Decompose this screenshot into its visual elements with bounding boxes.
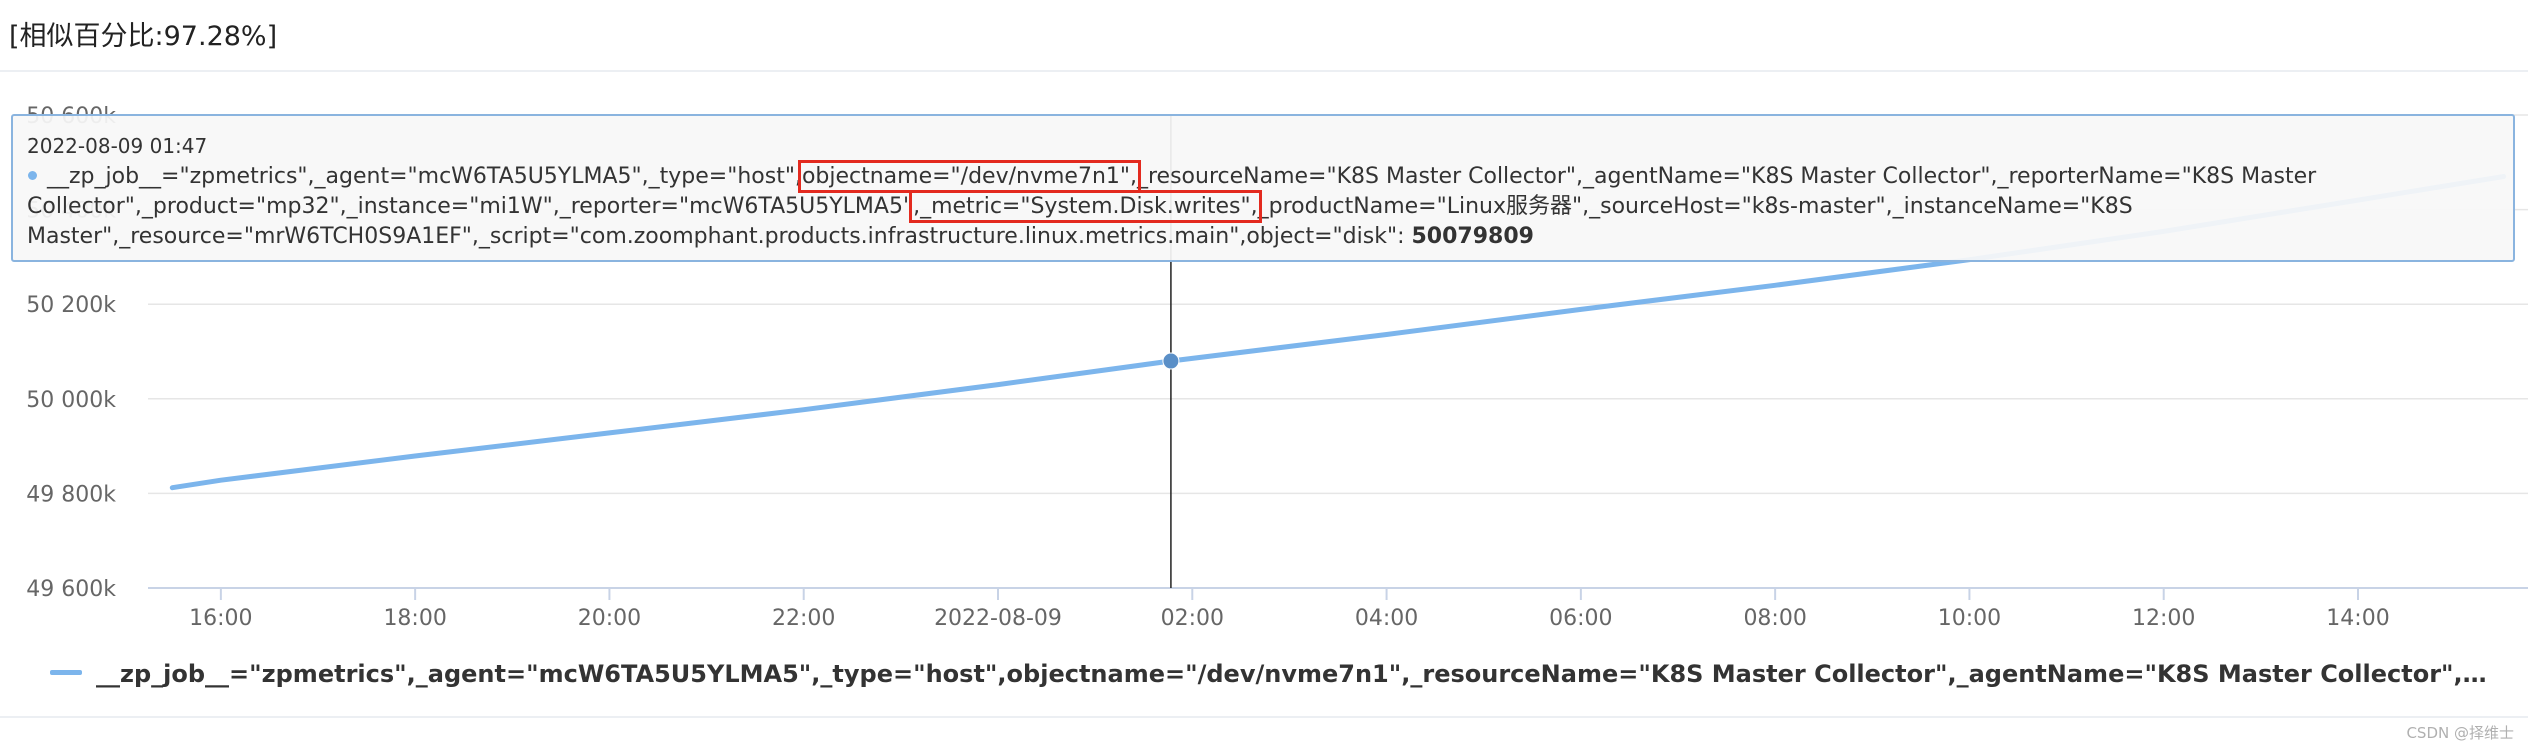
hover-point-marker — [1162, 352, 1180, 370]
x-tick-label: 14:00 — [2326, 606, 2389, 631]
x-tick-label: 10:00 — [1938, 606, 2001, 631]
x-tick-label: 20:00 — [578, 606, 641, 631]
y-tick-label: 50 200k — [26, 293, 116, 318]
x-tick-label: 08:00 — [1743, 606, 1806, 631]
tooltip-text-part: __zp_job__="zpmetrics",_agent="mcW6TA5U5… — [47, 164, 802, 189]
legend-item[interactable]: __zp_job__="zpmetrics",_agent="mcW6TA5U5… — [96, 654, 2496, 689]
top-divider — [0, 70, 2528, 72]
similarity-label: [相似百分比:97.28%] — [9, 21, 278, 52]
watermark: CSDN @择维士 — [2406, 724, 2514, 742]
x-tick-label: 04:00 — [1355, 606, 1418, 631]
x-tick-label: 22:00 — [772, 606, 835, 631]
x-tick-label: 06:00 — [1549, 606, 1612, 631]
x-tick-label: 02:00 — [1161, 606, 1224, 631]
x-tick-label: 12:00 — [2132, 606, 2195, 631]
tooltip-body: __zp_job__="zpmetrics",_agent="mcW6TA5U5… — [27, 160, 2497, 252]
legend-swatch-icon[interactable] — [50, 670, 82, 675]
x-tick-label: 2022-08-09 — [934, 606, 1062, 631]
x-tick-label: 16:00 — [189, 606, 252, 631]
tooltip-time: 2022-08-09 01:47 — [27, 134, 208, 158]
y-tick-label: 49 800k — [26, 482, 116, 507]
series-dot-icon — [28, 171, 37, 180]
tooltip-highlight-metric: ,_metric="System.Disk.writes", — [909, 190, 1262, 223]
tooltip: 2022-08-09 01:47 __zp_job__="zpmetrics",… — [11, 114, 2515, 262]
tooltip-value: 50079809 — [1411, 224, 1534, 249]
y-tick-label: 49 600k — [26, 577, 116, 602]
y-tick-label: 50 000k — [26, 388, 116, 413]
x-tick-label: 18:00 — [383, 606, 446, 631]
x-axis: 16:00 18:00 20:00 22:00 2022-08-09 02:00 04:00… — [148, 587, 2528, 631]
tooltip-highlight-objectname: objectname="/dev/nvme7n1", — [797, 160, 1142, 193]
bottom-divider — [0, 716, 2528, 718]
